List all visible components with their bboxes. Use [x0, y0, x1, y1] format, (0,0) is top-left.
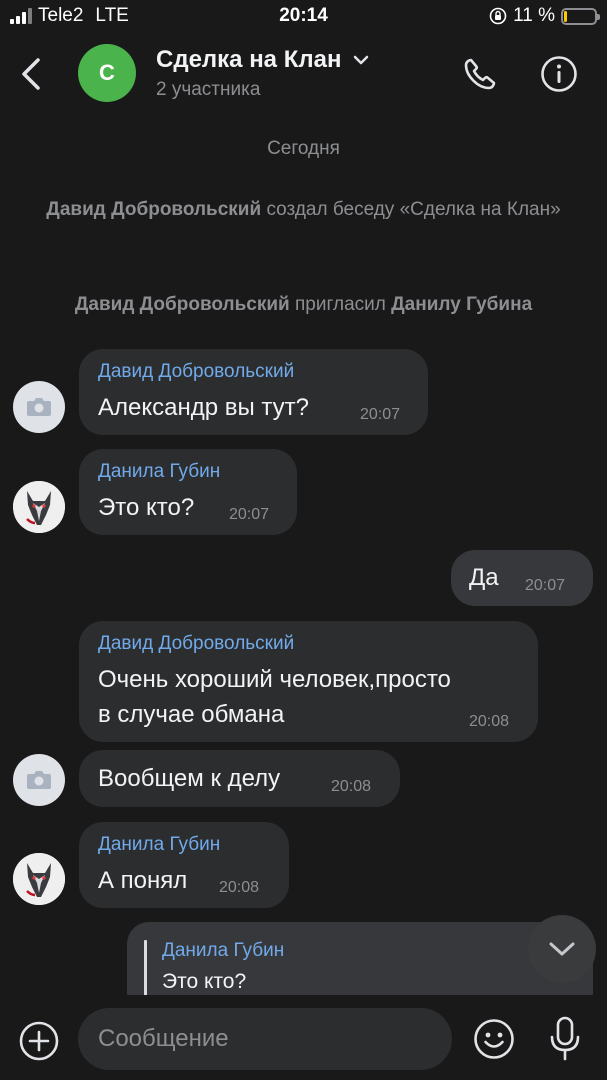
avatar-wolf[interactable] — [13, 853, 65, 905]
chat-avatar[interactable]: С — [78, 44, 136, 102]
reply-quote-bar — [144, 940, 147, 996]
message-bubble[interactable]: Давид Добровольский Очень хороший челове… — [79, 621, 538, 742]
system-actor[interactable]: Давид Добровольский — [46, 199, 261, 220]
system-text: пригласил — [295, 294, 386, 315]
chat-header: С Сделка на Клан 2 участника — [0, 34, 607, 114]
plus-circle-icon[interactable] — [18, 1020, 60, 1062]
back-arrow-icon[interactable] — [14, 52, 48, 96]
info-icon[interactable] — [539, 54, 579, 94]
system-message-invited: Давид Добровольский пригласил Данилу Губ… — [20, 293, 587, 317]
chevron-down-icon — [354, 55, 369, 65]
message-time: 20:08 — [469, 713, 510, 730]
message-time: 20:08 — [219, 879, 260, 896]
members-count: 2 участника — [156, 79, 261, 100]
message-bubble[interactable]: Вообщем к делу 20:08 — [79, 750, 400, 807]
scroll-to-bottom-button[interactable] — [528, 915, 596, 983]
message-time: 20:07 — [525, 577, 566, 594]
message-author[interactable]: Давид Добровольский — [98, 361, 294, 383]
battery-percent: 11 % — [513, 5, 555, 26]
message-bubble[interactable]: Данила Губин Это кто? 20:07 — [79, 449, 297, 535]
message-author[interactable]: Данила Губин — [98, 461, 220, 483]
system-text: создал беседу «Сделка на Клан» — [266, 199, 561, 220]
system-target[interactable]: Данилу Губина — [391, 294, 532, 315]
chat-avatar-letter: С — [99, 60, 115, 85]
message-text-line-2: в случае обмана — [98, 701, 285, 728]
message-bubble[interactable]: Давид Добровольский Александр вы тут? 20… — [79, 349, 428, 435]
message-text-line-1: Очень хороший человек,просто — [98, 666, 451, 693]
camera-icon — [27, 771, 51, 789]
reply-author[interactable]: Данила Губин — [162, 940, 284, 962]
avatar-wolf[interactable] — [13, 481, 65, 533]
camera-icon — [27, 398, 51, 416]
message-text: Это кто? — [98, 494, 195, 521]
date-divider: Сегодня — [267, 138, 340, 159]
wolf-avatar-image — [13, 481, 65, 533]
reply-text: Это кто? — [162, 970, 247, 993]
message-text: Александр вы тут? — [98, 394, 310, 421]
orientation-lock-icon — [489, 7, 507, 25]
message-composer — [0, 995, 607, 1080]
avatar-camera-placeholder[interactable] — [13, 381, 65, 433]
system-message-created: Давид Добровольский создал беседу «Сделк… — [20, 198, 587, 222]
message-author[interactable]: Давид Добровольский — [98, 633, 294, 655]
chat-title-text: Сделка на Клан — [156, 46, 342, 73]
system-actor[interactable]: Давид Добровольский — [75, 294, 290, 315]
wolf-avatar-image — [13, 853, 65, 905]
battery-icon — [561, 7, 600, 25]
chevron-down-icon — [549, 942, 575, 956]
message-author[interactable]: Данила Губин — [98, 834, 220, 856]
chat-title[interactable]: Сделка на Клан — [156, 46, 369, 74]
outgoing-message-bubble[interactable]: Да 20:07 — [451, 550, 593, 606]
avatar-camera-placeholder[interactable] — [13, 754, 65, 806]
phone-icon[interactable] — [460, 54, 500, 94]
message-time: 20:08 — [331, 778, 372, 795]
emoji-icon[interactable] — [472, 1017, 516, 1061]
microphone-icon[interactable] — [545, 1014, 585, 1064]
message-text: Да — [469, 564, 499, 591]
message-bubble[interactable]: Данила Губин А понял 20:08 — [79, 822, 289, 908]
message-time: 20:07 — [229, 506, 270, 523]
message-input[interactable] — [78, 1008, 452, 1070]
message-time: 20:07 — [360, 406, 401, 423]
message-text: Вообщем к делу — [98, 765, 281, 792]
status-bar: Tele2 LTE 20:14 11 % — [0, 0, 607, 34]
message-text: А понял — [98, 867, 188, 894]
